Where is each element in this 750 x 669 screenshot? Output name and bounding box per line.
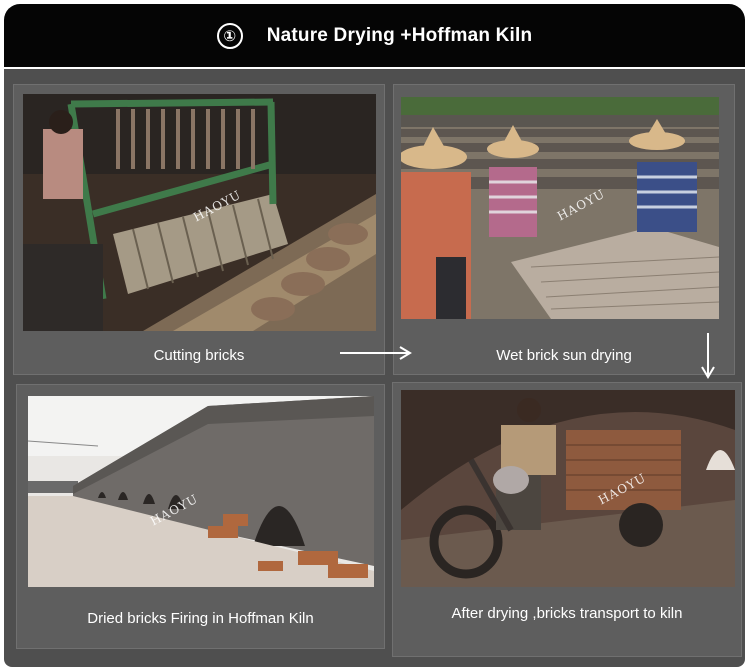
panel-transport: HAOYU After drying ,bricks transport to … <box>392 382 742 657</box>
photo-cutting-machine: HAOYU <box>23 94 376 331</box>
photo-brick-transport: HAOYU <box>401 390 735 587</box>
caption-hoffman-kiln: Dried bricks Firing in Hoffman Kiln <box>87 610 314 627</box>
photo-hoffman-kiln: HAOYU <box>28 396 374 587</box>
arrow-right-icon <box>340 346 412 360</box>
header-bar: ① Nature Drying +Hoffman Kiln <box>4 4 745 67</box>
caption-cutting-bricks: Cutting bricks <box>153 347 245 364</box>
caption-sun-drying: Wet brick sun drying <box>496 347 632 364</box>
caption-transport: After drying ,bricks transport to kiln <box>451 605 683 622</box>
panel-cutting-bricks: HAOYU Cutting bricks <box>13 84 385 375</box>
process-board: HAOYU Cutting bricks HAOYU Wet brick sun… <box>4 69 745 667</box>
arrow-down-icon <box>701 333 715 379</box>
page-title: Nature Drying +Hoffman Kiln <box>266 24 533 46</box>
panel-sun-drying: HAOYU Wet brick sun drying <box>393 84 735 375</box>
panel-hoffman-kiln: HAOYU Dried bricks Firing in Hoffman Kil… <box>16 384 385 649</box>
step-number-badge: ① <box>216 22 243 49</box>
photo-sun-drying: HAOYU <box>401 97 719 319</box>
